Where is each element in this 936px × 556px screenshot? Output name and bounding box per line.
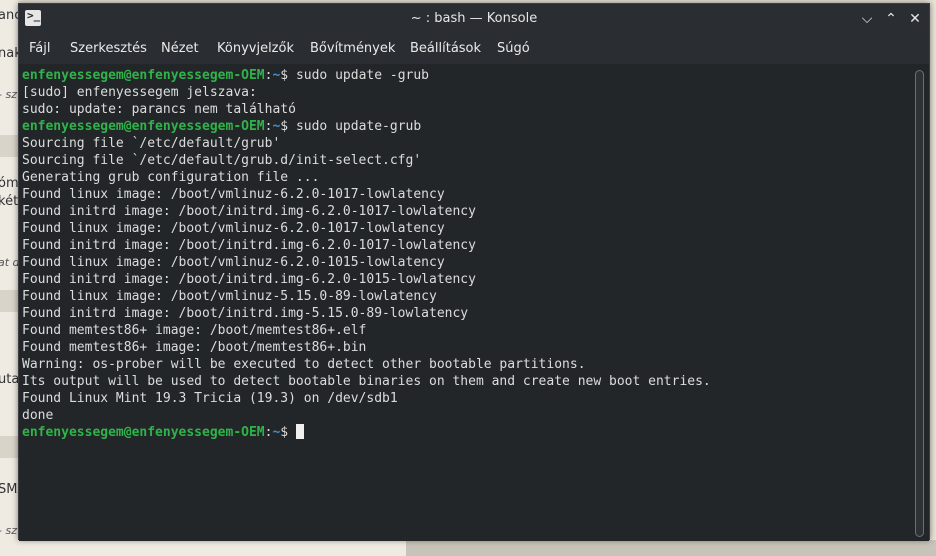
output-line: Found initrd image: /boot/initrd.img-5.1… (22, 306, 469, 321)
output-line: Sourcing file `/etc/default/grub' (22, 136, 281, 151)
menu-settings[interactable]: Beállítások (410, 41, 481, 56)
output-line: Found linux image: /boot/vmlinuz-6.2.0-1… (22, 221, 445, 236)
background-text: két (0, 194, 18, 209)
output-line: done (22, 408, 54, 423)
background-band (0, 436, 18, 458)
menu-bar: Fájl Szerkesztés Nézet Könyvjelzők Bővít… (19, 34, 929, 64)
output-line: Generating grub configuration file ... (22, 170, 320, 185)
background-band (0, 135, 18, 157)
output-line: Its output will be used to detect bootab… (22, 374, 711, 389)
output-line: Found linux image: /boot/vmlinuz-6.2.0-1… (22, 187, 445, 202)
output-line: Sourcing file `/etc/default/grub.d/init-… (22, 153, 422, 168)
konsole-window: >_ ~ : bash — Konsole ⌵ ⌃ ✕ Fájl Szerkes… (18, 3, 930, 541)
output-line: [sudo] enfenyessegem jelszava: (22, 85, 257, 100)
output-line: Warning: os-prober will be executed to d… (22, 357, 586, 372)
text-cursor (295, 424, 304, 439)
output-line: Found linux image: /boot/vmlinuz-6.2.0-1… (22, 255, 445, 270)
prompt-line: enfenyessegem@enfenyessegem-OEM:~$ sudo … (22, 68, 430, 83)
terminal-output[interactable]: enfenyessegem@enfenyessegem-OEM:~$ sudo … (19, 64, 911, 541)
command-text: sudo update -grub (295, 68, 430, 83)
menu-help[interactable]: Súgó (497, 41, 530, 56)
prompt-line: enfenyessegem@enfenyessegem-OEM:~$ sudo … (22, 119, 422, 134)
output-line: sudo: update: parancs nem található (22, 102, 296, 117)
prompt-line: enfenyessegem@enfenyessegem-OEM:~$ (22, 424, 911, 441)
output-line: Found Linux Mint 19.3 Tricia (19.3) on /… (22, 391, 398, 406)
background-area (18, 540, 406, 556)
background-text: anc (0, 8, 18, 23)
command-text: sudo update-grub (295, 119, 422, 134)
menu-view[interactable]: Nézet (161, 41, 199, 56)
scrollbar-thumb[interactable] (915, 70, 924, 537)
output-line: Found linux image: /boot/vmlinuz-5.15.0-… (22, 289, 437, 304)
background-text: uta (0, 372, 18, 387)
background-text: at d (0, 256, 18, 269)
background-text: - sz (0, 88, 17, 101)
title-bar[interactable]: >_ ~ : bash — Konsole ⌵ ⌃ ✕ (19, 4, 929, 34)
output-line: Found memtest86+ image: /boot/memtest86+… (22, 340, 367, 355)
menu-bookmarks[interactable]: Könyvjelzők (217, 41, 294, 56)
background-area (406, 540, 936, 556)
minimize-button[interactable]: ⌵ (857, 9, 877, 29)
background-band (0, 290, 18, 312)
close-button[interactable]: ✕ (905, 9, 925, 29)
output-line: Found initrd image: /boot/initrd.img-6.2… (22, 272, 476, 287)
output-line: Found initrd image: /boot/initrd.img-6.2… (22, 238, 476, 253)
background-text: SMA (0, 482, 18, 497)
background-text: óm (0, 176, 18, 191)
window-title: ~ : bash — Konsole (410, 11, 538, 26)
background-text: nak (0, 46, 18, 61)
background-document: anc nak - sz óm két at d uta SMA - sz (0, 0, 18, 556)
vertical-scrollbar[interactable] (911, 64, 929, 541)
background-text: - sz (0, 524, 17, 537)
menu-plugins[interactable]: Bővítmények (310, 41, 395, 56)
maximize-button[interactable]: ⌃ (881, 9, 901, 29)
menu-edit[interactable]: Szerkesztés (70, 41, 147, 56)
output-line: Found memtest86+ image: /boot/memtest86+… (22, 323, 367, 338)
output-line: Found initrd image: /boot/initrd.img-6.2… (22, 204, 476, 219)
menu-file[interactable]: Fájl (29, 41, 50, 56)
